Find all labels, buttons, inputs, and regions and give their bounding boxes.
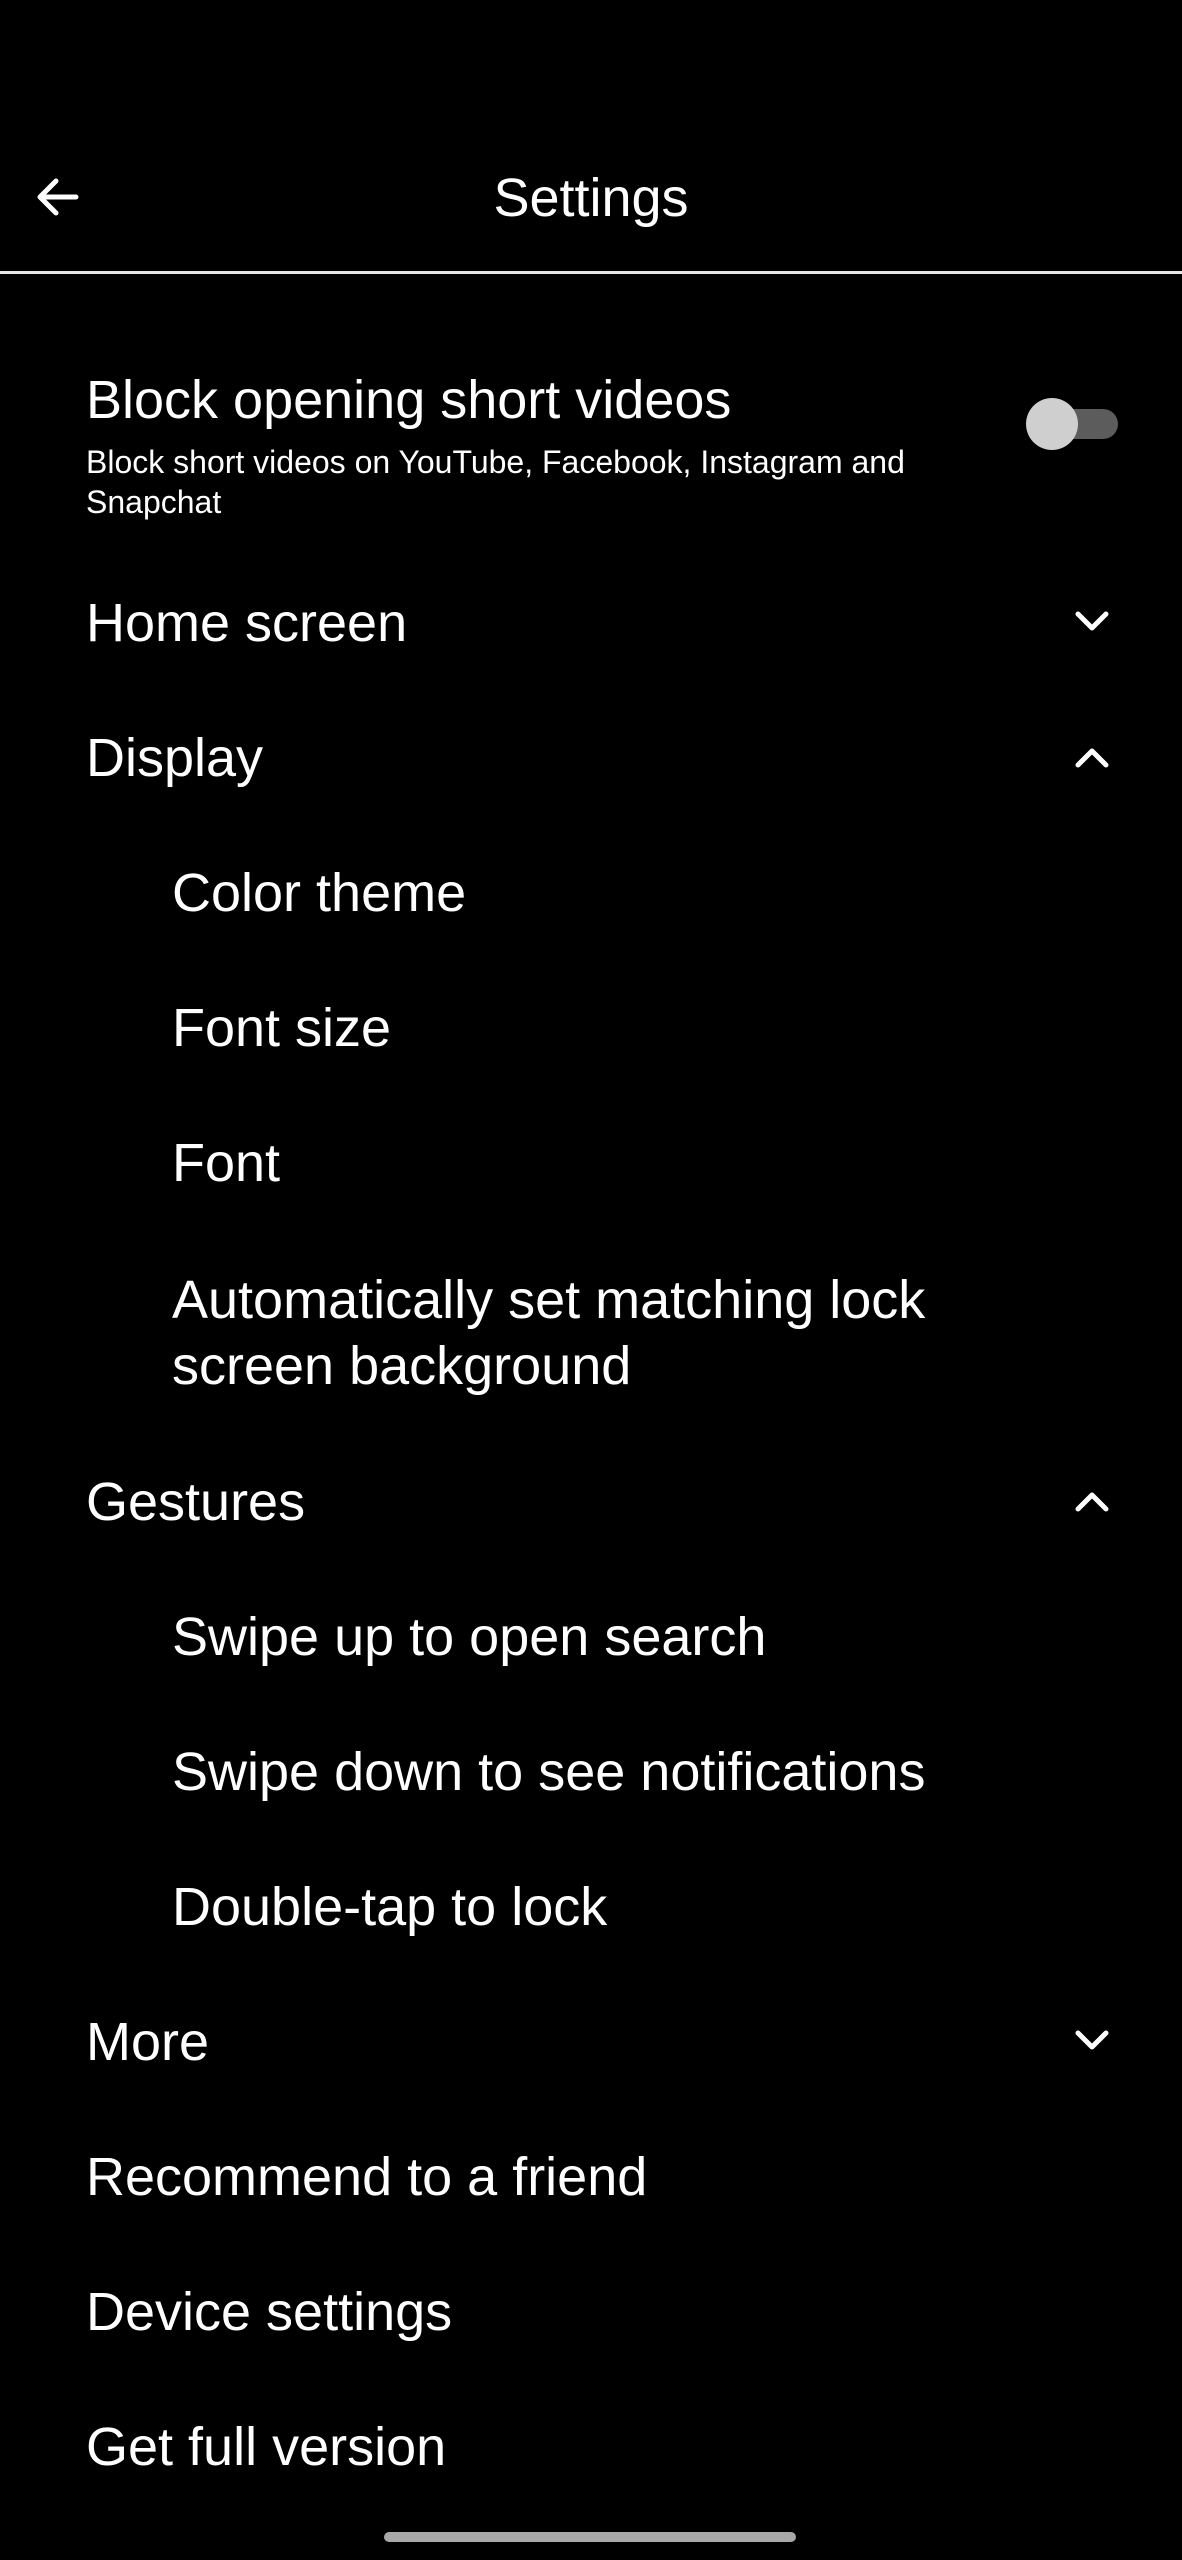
section-gestures[interactable]: Gestures: [0, 1452, 1182, 1552]
device-settings[interactable]: Device settings: [0, 2262, 1182, 2362]
setting-swipe-down-notifications-label: Swipe down to see notifications: [172, 1742, 926, 1802]
block-short-videos-toggle[interactable]: [1024, 395, 1120, 451]
setting-lock-screen-background-label: Automatically set matching lock screen b…: [172, 1270, 926, 1396]
chevron-down-icon: [1062, 2010, 1122, 2070]
setting-color-theme[interactable]: Color theme: [0, 843, 1182, 943]
get-full-version[interactable]: Get full version: [0, 2397, 1182, 2497]
page-title: Settings: [493, 168, 689, 228]
setting-swipe-up-search-label: Swipe up to open search: [172, 1607, 767, 1667]
block-short-videos-row[interactable]: Block opening short videos Block short v…: [0, 350, 1182, 540]
home-indicator[interactable]: [384, 2532, 796, 2542]
setting-swipe-down-notifications[interactable]: Swipe down to see notifications: [0, 1722, 1182, 1822]
setting-font-label: Font: [172, 1133, 281, 1193]
toggle-thumb: [1026, 398, 1078, 450]
setting-lock-screen-background[interactable]: Automatically set matching lock screen b…: [0, 1250, 1182, 1420]
status-bar: [0, 0, 1182, 120]
section-more[interactable]: More: [0, 1992, 1182, 2092]
section-home-screen-label: Home screen: [86, 593, 408, 653]
recommend-to-friend-label: Recommend to a friend: [86, 2147, 648, 2207]
section-more-label: More: [86, 2012, 210, 2072]
setting-font[interactable]: Font: [0, 1113, 1182, 1213]
setting-double-tap-lock-label: Double-tap to lock: [172, 1877, 608, 1937]
setting-double-tap-lock[interactable]: Double-tap to lock: [0, 1857, 1182, 1957]
app-bar: Settings: [0, 120, 1182, 274]
get-full-version-label: Get full version: [86, 2417, 447, 2477]
chevron-down-icon: [1062, 591, 1122, 651]
setting-font-size[interactable]: Font size: [0, 978, 1182, 1078]
chevron-up-icon: [1062, 1472, 1122, 1532]
section-display[interactable]: Display: [0, 708, 1182, 808]
device-settings-label: Device settings: [86, 2282, 453, 2342]
section-display-label: Display: [86, 728, 264, 788]
block-short-videos-subtitle: Block short videos on YouTube, Facebook,…: [86, 444, 905, 520]
setting-swipe-up-search[interactable]: Swipe up to open search: [0, 1587, 1182, 1687]
setting-font-size-label: Font size: [172, 998, 392, 1058]
setting-color-theme-label: Color theme: [172, 863, 467, 923]
section-gestures-label: Gestures: [86, 1472, 306, 1532]
chevron-up-icon: [1062, 728, 1122, 788]
block-short-videos-title: Block opening short videos: [86, 370, 732, 430]
section-home-screen[interactable]: Home screen: [0, 573, 1182, 673]
recommend-to-friend[interactable]: Recommend to a friend: [0, 2127, 1182, 2227]
